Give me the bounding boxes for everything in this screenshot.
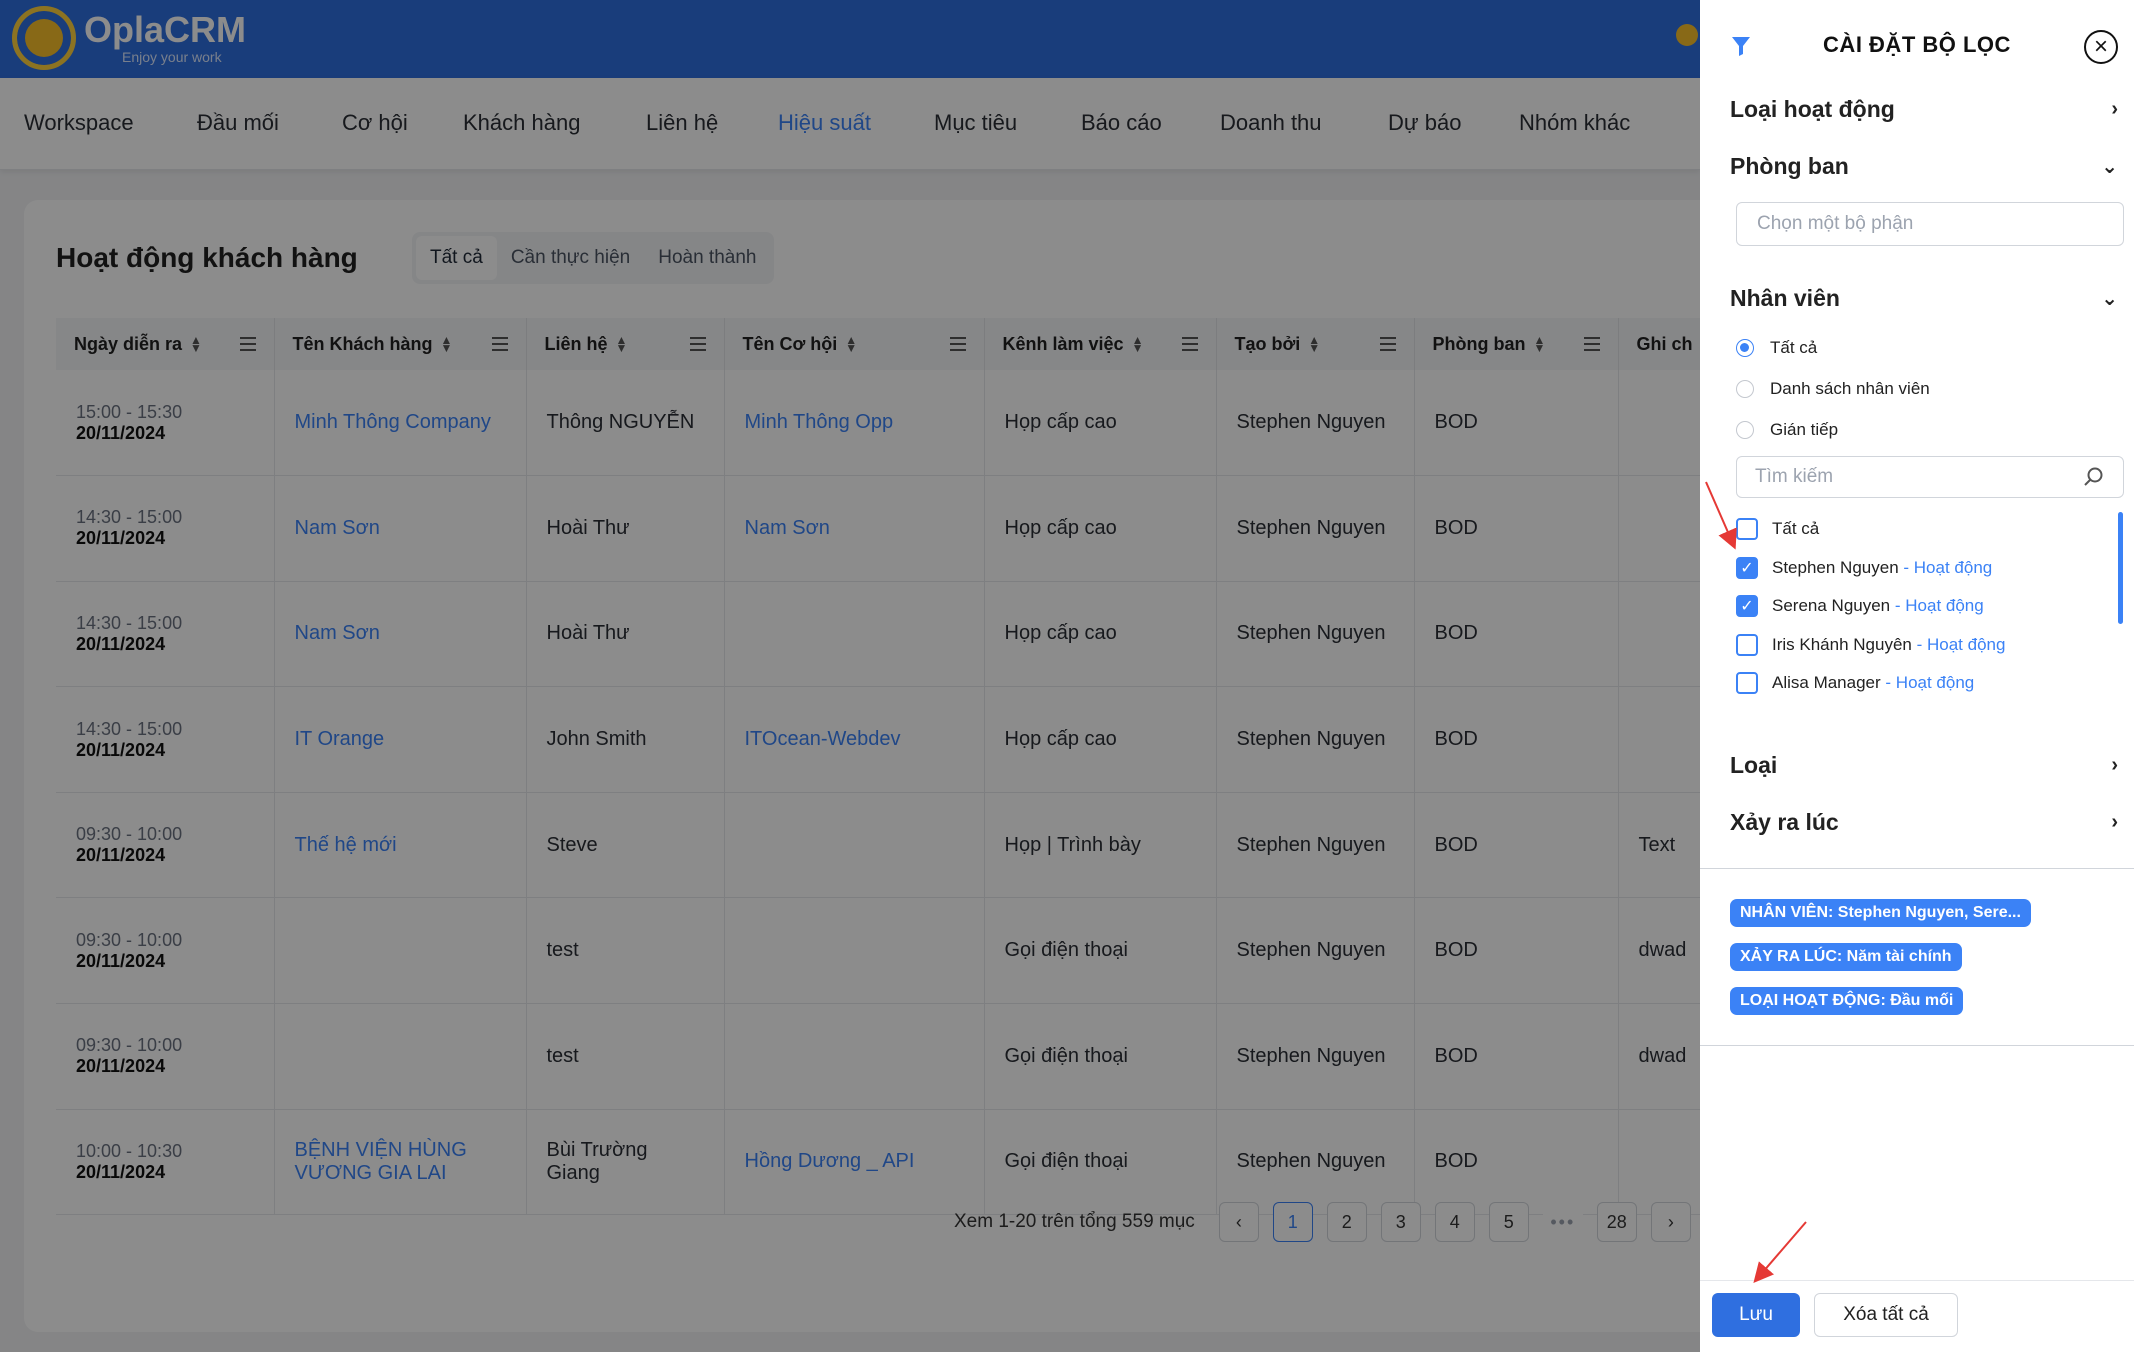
section-type[interactable]: Loại › (1730, 752, 2118, 779)
section-activity-type[interactable]: Loại hoạt động › (1730, 96, 2118, 123)
section-employee[interactable]: Nhân viên ⌄ (1730, 285, 2118, 312)
radio-button[interactable] (1736, 339, 1754, 357)
department-select[interactable]: Chọn một bộ phận (1736, 202, 2124, 246)
checkbox[interactable] (1736, 672, 1758, 695)
radio-button[interactable] (1736, 421, 1754, 439)
modal-backdrop[interactable] (0, 0, 1700, 1352)
select-all-row[interactable]: Tất cả (1736, 510, 2128, 549)
checkbox[interactable] (1736, 633, 1758, 656)
divider (1700, 868, 2134, 869)
chevron-right-icon: › (2111, 98, 2118, 120)
list-item[interactable]: Stephen Nguyen - Hoạt động (1736, 549, 2128, 588)
filter-footer: Lưu Xóa tất cả (1700, 1280, 2134, 1352)
list-item[interactable]: Iris Khánh Nguyên - Hoạt động (1736, 626, 2128, 665)
checkbox[interactable] (1736, 518, 1758, 541)
filter-panel: CÀI ĐẶT BỘ LỌC × Loại hoạt động › Phòng b… (1700, 0, 2134, 1352)
radio-all[interactable]: Tất cả (1736, 338, 1817, 358)
chevron-down-icon: ⌄ (2101, 156, 2118, 178)
filter-title: CÀI ĐẶT BỘ LỌC (1823, 32, 2011, 57)
employee-search-input[interactable]: Tìm kiếm (1736, 456, 2124, 498)
chevron-down-icon: ⌄ (2101, 288, 2118, 310)
radio-indirect[interactable]: Gián tiếp (1736, 420, 1838, 440)
filter-chip-occurred-at[interactable]: XẢY RA LÚC: Năm tài chính (1730, 943, 1962, 971)
employee-list: Tất cả Stephen Nguyen - Hoạt động Serena… (1736, 510, 2128, 710)
filter-chip-employee[interactable]: NHÂN VIÊN: Stephen Nguyen, Sere... (1730, 899, 2031, 927)
chevron-right-icon: › (2111, 754, 2118, 776)
search-icon (2084, 467, 2103, 486)
radio-employee-list[interactable]: Danh sách nhân viên (1736, 379, 1930, 399)
list-scrollbar[interactable] (2118, 512, 2123, 624)
list-item[interactable] (1736, 703, 2128, 711)
list-item[interactable]: Serena Nguyen - Hoạt động (1736, 587, 2128, 626)
checkbox[interactable] (1736, 595, 1758, 618)
section-department[interactable]: Phòng ban ⌄ (1730, 153, 2118, 180)
divider (1700, 1045, 2134, 1046)
close-icon[interactable]: × (2084, 30, 2118, 64)
radio-button[interactable] (1736, 380, 1754, 398)
list-item[interactable]: Alisa Manager - Hoạt động (1736, 664, 2128, 703)
save-button[interactable]: Lưu (1712, 1293, 1800, 1337)
clear-all-button[interactable]: Xóa tất cả (1814, 1293, 1958, 1337)
chevron-right-icon: › (2111, 811, 2118, 833)
section-occurred-at[interactable]: Xảy ra lúc › (1730, 809, 2118, 836)
filter-chip-activity-type[interactable]: LOẠI HOẠT ĐỘNG: Đầu mối (1730, 987, 1964, 1015)
checkbox[interactable] (1736, 556, 1758, 579)
